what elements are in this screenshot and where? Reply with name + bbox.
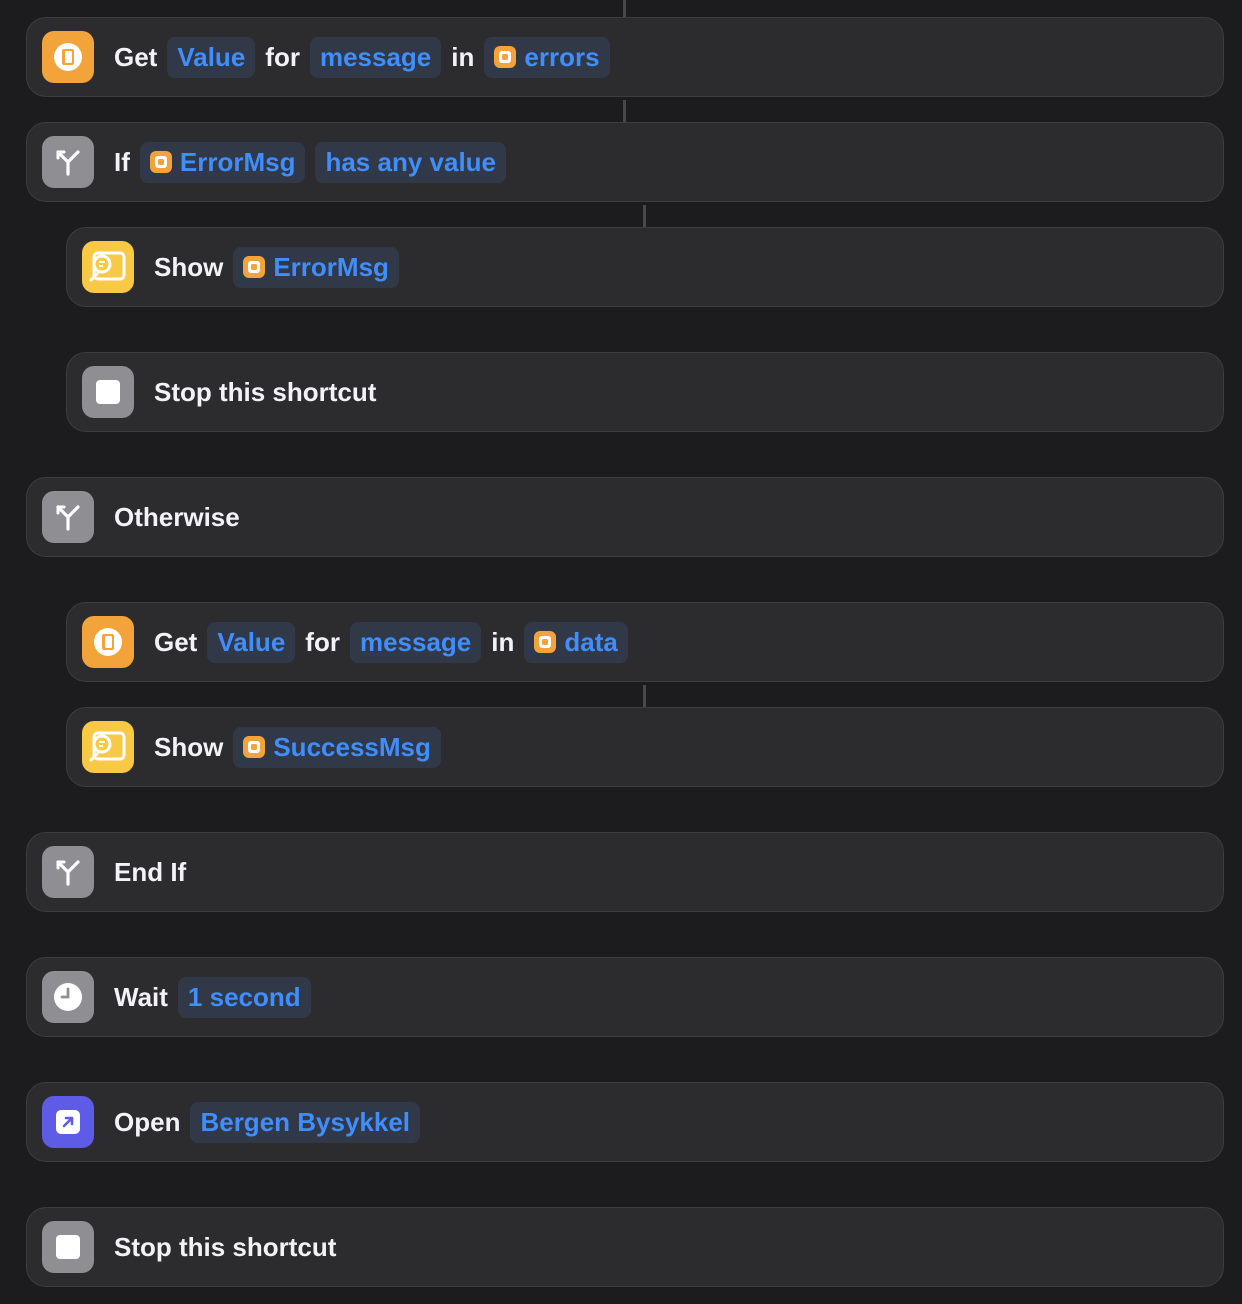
action-verb: Get: [154, 626, 198, 657]
variable-label: data: [564, 626, 618, 657]
action-show[interactable]: Show SuccessMsg: [66, 707, 1224, 787]
action-get-dictionary-value[interactable]: Get Value for message in data: [66, 602, 1224, 682]
variable-token[interactable]: SuccessMsg: [233, 726, 441, 768]
key-type-token[interactable]: Value: [207, 621, 296, 663]
action-verb: Stop this shortcut: [154, 376, 377, 407]
variable-icon: [534, 631, 557, 653]
variable-icon: [149, 151, 172, 173]
dictionary-icon: [42, 31, 94, 83]
action-verb: Open: [114, 1106, 181, 1137]
connector-line: [643, 205, 646, 227]
dictionary-icon: [82, 616, 134, 668]
action-if[interactable]: If ErrorMsg has any value: [26, 122, 1224, 202]
variable-icon: [243, 256, 266, 278]
variable-token[interactable]: ErrorMsg: [139, 141, 306, 183]
action-verb: End If: [114, 856, 187, 887]
action-end-if[interactable]: End If: [26, 832, 1224, 912]
action-word: in: [491, 626, 515, 657]
duration-token[interactable]: 1 second: [177, 976, 311, 1018]
action-verb: Show: [154, 731, 224, 762]
action-wait[interactable]: Wait 1 second: [26, 957, 1224, 1037]
branch-icon: [42, 846, 94, 898]
action-verb: Otherwise: [114, 501, 240, 532]
action-verb: If: [114, 146, 130, 177]
variable-label: errors: [524, 41, 600, 72]
variable-label: ErrorMsg: [179, 146, 296, 177]
key-type-token[interactable]: Value: [167, 36, 256, 78]
quick-look-icon: [82, 721, 134, 773]
action-verb: Stop this shortcut: [114, 1231, 337, 1262]
variable-label: SuccessMsg: [273, 731, 431, 762]
variable-icon: [494, 46, 517, 68]
quick-look-icon: [82, 241, 134, 293]
branch-icon: [42, 491, 94, 543]
variable-token[interactable]: errors: [484, 36, 610, 78]
variable-icon: [243, 736, 266, 758]
condition-token[interactable]: has any value: [315, 141, 507, 183]
clock-icon: [42, 971, 94, 1023]
action-show[interactable]: Show ErrorMsg: [66, 227, 1224, 307]
app-token[interactable]: Bergen Bysykkel: [190, 1101, 421, 1143]
branch-icon: [42, 136, 94, 188]
action-verb: Show: [154, 251, 224, 282]
variable-token[interactable]: data: [524, 621, 628, 663]
action-get-dictionary-value[interactable]: Get Value for message in errors: [26, 17, 1224, 97]
open-app-icon: [42, 1096, 94, 1148]
stop-icon: [82, 366, 134, 418]
connector-line: [623, 0, 626, 18]
key-token[interactable]: message: [309, 36, 442, 78]
action-word: for: [305, 626, 340, 657]
key-token[interactable]: message: [349, 621, 482, 663]
action-word: in: [451, 41, 475, 72]
variable-token[interactable]: ErrorMsg: [233, 246, 399, 288]
action-stop[interactable]: Stop this shortcut: [26, 1207, 1224, 1287]
action-stop[interactable]: Stop this shortcut: [66, 352, 1224, 432]
connector-line: [623, 100, 626, 122]
connector-line: [643, 685, 646, 707]
stop-icon: [42, 1221, 94, 1273]
action-verb: Wait: [114, 981, 168, 1012]
action-verb: Get: [114, 41, 158, 72]
variable-label: ErrorMsg: [273, 251, 389, 282]
action-open-app[interactable]: Open Bergen Bysykkel: [26, 1082, 1224, 1162]
action-word: for: [265, 41, 300, 72]
action-otherwise[interactable]: Otherwise: [26, 477, 1224, 557]
